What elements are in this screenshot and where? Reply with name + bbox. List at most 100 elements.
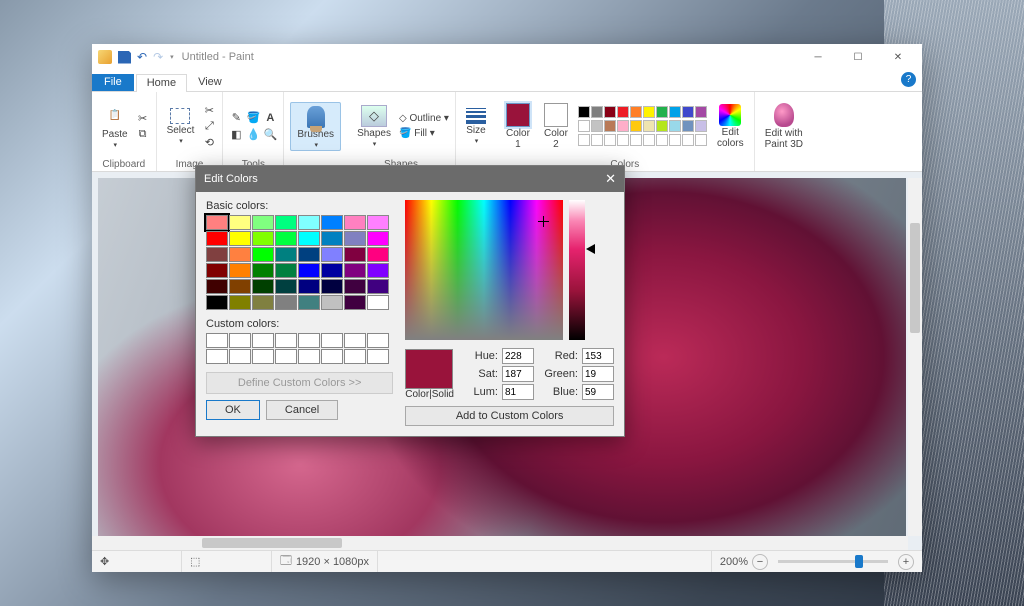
basic-color-cell[interactable]	[367, 247, 389, 262]
fill-icon[interactable]: 🪣	[246, 111, 260, 125]
pencil-icon[interactable]: ✎	[229, 111, 243, 125]
palette-color[interactable]	[682, 134, 694, 146]
minimize-button[interactable]: ─	[798, 45, 838, 69]
basic-color-cell[interactable]	[252, 263, 274, 278]
palette-color[interactable]	[578, 120, 590, 132]
palette-color[interactable]	[630, 120, 642, 132]
basic-color-cell[interactable]	[229, 231, 251, 246]
palette-color[interactable]	[617, 134, 629, 146]
tab-view[interactable]: View	[187, 73, 233, 91]
resize-icon[interactable]: ⤢	[202, 119, 216, 133]
basic-color-cell[interactable]	[298, 231, 320, 246]
color2-button[interactable]: Color 2	[540, 101, 572, 152]
outline-button[interactable]: ◇ Outline ▾	[399, 113, 449, 124]
custom-color-cell[interactable]	[252, 333, 274, 348]
basic-color-cell[interactable]	[275, 215, 297, 230]
palette-color[interactable]	[656, 106, 668, 118]
custom-color-cell[interactable]	[344, 349, 366, 364]
basic-color-cell[interactable]	[252, 215, 274, 230]
cut-icon[interactable]: ✂	[136, 111, 150, 125]
basic-color-cell[interactable]	[344, 215, 366, 230]
palette-color[interactable]	[643, 134, 655, 146]
custom-color-cell[interactable]	[321, 333, 343, 348]
basic-color-cell[interactable]	[229, 279, 251, 294]
undo-icon[interactable]: ↶	[137, 50, 147, 64]
luminance-slider[interactable]	[569, 200, 585, 340]
maximize-button[interactable]: ☐	[838, 45, 878, 69]
tab-file[interactable]: File	[92, 74, 134, 91]
palette-color[interactable]	[695, 120, 707, 132]
custom-color-cell[interactable]	[229, 333, 251, 348]
fill-button[interactable]: 🪣 Fill ▾	[399, 128, 449, 139]
basic-color-cell[interactable]	[367, 215, 389, 230]
basic-color-cell[interactable]	[275, 279, 297, 294]
paste-button[interactable]: 📋 Paste ▾	[98, 102, 132, 151]
basic-color-cell[interactable]	[298, 263, 320, 278]
palette-color[interactable]	[643, 120, 655, 132]
crop-icon[interactable]: ✂	[202, 103, 216, 117]
palette-color[interactable]	[695, 106, 707, 118]
add-to-custom-button[interactable]: Add to Custom Colors	[405, 406, 614, 426]
palette-color[interactable]	[604, 106, 616, 118]
basic-color-cell[interactable]	[275, 263, 297, 278]
palette-color[interactable]	[656, 134, 668, 146]
custom-color-cell[interactable]	[298, 333, 320, 348]
basic-color-cell[interactable]	[229, 215, 251, 230]
palette-color[interactable]	[669, 120, 681, 132]
basic-color-cell[interactable]	[252, 247, 274, 262]
color1-button[interactable]: Color 1	[502, 101, 534, 152]
close-button[interactable]: ✕	[878, 45, 918, 69]
basic-color-cell[interactable]	[206, 295, 228, 310]
basic-color-cell[interactable]	[298, 279, 320, 294]
edit-colors-button[interactable]: Edit colors	[713, 102, 748, 151]
red-input[interactable]	[582, 348, 614, 364]
custom-color-cell[interactable]	[321, 349, 343, 364]
basic-color-cell[interactable]	[321, 263, 343, 278]
custom-color-cell[interactable]	[206, 349, 228, 364]
basic-color-cell[interactable]	[252, 279, 274, 294]
basic-color-cell[interactable]	[229, 263, 251, 278]
custom-color-cell[interactable]	[367, 333, 389, 348]
custom-color-cell[interactable]	[252, 349, 274, 364]
palette-color[interactable]	[656, 120, 668, 132]
custom-color-cell[interactable]	[344, 333, 366, 348]
brushes-button[interactable]: Brushes ▾	[290, 102, 341, 151]
zoom-slider[interactable]	[778, 560, 888, 563]
palette-color[interactable]	[682, 120, 694, 132]
palette-color[interactable]	[669, 134, 681, 146]
custom-color-cell[interactable]	[206, 333, 228, 348]
basic-color-cell[interactable]	[229, 247, 251, 262]
palette-color[interactable]	[617, 106, 629, 118]
select-button[interactable]: Select ▾	[163, 106, 199, 147]
basic-color-cell[interactable]	[367, 279, 389, 294]
magnifier-icon[interactable]: 🔍	[263, 128, 277, 142]
cancel-button[interactable]: Cancel	[266, 400, 338, 420]
basic-color-cell[interactable]	[298, 295, 320, 310]
basic-color-cell[interactable]	[298, 215, 320, 230]
basic-color-cell[interactable]	[229, 295, 251, 310]
sat-input[interactable]	[502, 366, 534, 382]
basic-color-cell[interactable]	[275, 247, 297, 262]
palette-color[interactable]	[669, 106, 681, 118]
size-button[interactable]: Size ▾	[462, 106, 490, 147]
palette-color[interactable]	[591, 120, 603, 132]
dialog-close-button[interactable]: ✕	[605, 171, 616, 187]
basic-color-cell[interactable]	[344, 263, 366, 278]
vertical-scrollbar[interactable]	[908, 178, 922, 536]
eyedropper-icon[interactable]: 💧	[246, 128, 260, 142]
palette-color[interactable]	[617, 120, 629, 132]
qat-dropdown-icon[interactable]: ▾	[170, 53, 174, 61]
basic-color-cell[interactable]	[206, 263, 228, 278]
basic-color-cell[interactable]	[321, 215, 343, 230]
basic-color-cell[interactable]	[344, 247, 366, 262]
palette-color[interactable]	[578, 106, 590, 118]
hue-input[interactable]	[502, 348, 534, 364]
basic-color-cell[interactable]	[275, 231, 297, 246]
palette-color[interactable]	[630, 134, 642, 146]
palette-color[interactable]	[695, 134, 707, 146]
custom-color-cell[interactable]	[275, 333, 297, 348]
palette-color[interactable]	[591, 134, 603, 146]
redo-icon[interactable]: ↷	[153, 50, 163, 64]
basic-color-cell[interactable]	[344, 279, 366, 294]
custom-color-cell[interactable]	[275, 349, 297, 364]
